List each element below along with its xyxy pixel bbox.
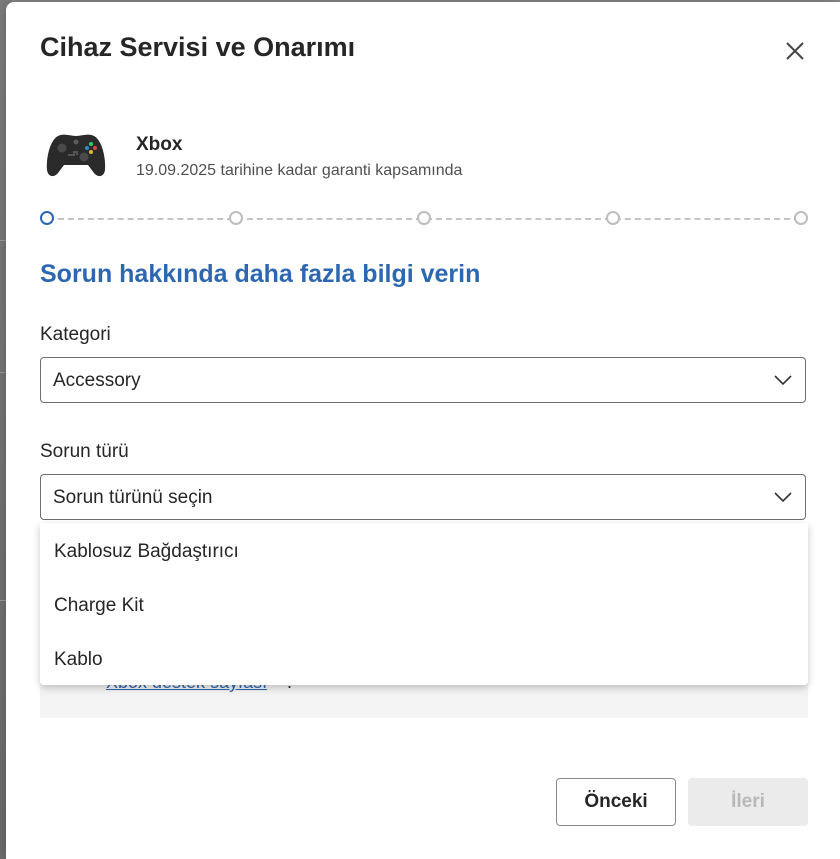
dialog-title: Cihaz Servisi ve Onarımı xyxy=(40,32,356,62)
progress-step-2 xyxy=(229,211,243,225)
issue-type-select[interactable]: Sorun türünü seçin xyxy=(40,474,806,520)
previous-button[interactable]: Önceki xyxy=(556,778,676,826)
category-label: Kategori xyxy=(40,324,111,345)
xbox-controller-icon xyxy=(46,134,106,177)
device-name: Xbox xyxy=(136,134,183,155)
issue-option-charge-kit[interactable]: Charge Kit xyxy=(40,579,808,633)
progress-step-3 xyxy=(417,211,431,225)
chevron-down-icon xyxy=(774,492,792,503)
progress-step-5 xyxy=(794,211,808,225)
progress-step-1 xyxy=(40,211,54,225)
close-icon xyxy=(786,42,804,60)
device-service-dialog: Cihaz Servisi ve Onarımı Xbox 19.09.2025… xyxy=(6,2,840,859)
progress-step-4 xyxy=(606,211,620,225)
form-heading: Sorun hakkında daha fazla bilgi verin xyxy=(40,260,481,288)
step-progress xyxy=(40,210,808,230)
warranty-text: 19.09.2025 tarihine kadar garanti kapsam… xyxy=(136,162,463,179)
issue-option-cable[interactable]: Kablo xyxy=(40,633,808,687)
chevron-down-icon xyxy=(774,375,792,386)
category-value: Accessory xyxy=(53,370,141,391)
issue-type-label: Sorun türü xyxy=(40,441,129,462)
issue-option-wireless-adapter[interactable]: Kablosuz Bağdaştırıcı xyxy=(40,525,808,579)
issue-type-dropdown: Kablosuz Bağdaştırıcı Charge Kit Kablo xyxy=(40,523,808,685)
next-button[interactable]: İleri xyxy=(688,778,808,826)
category-select[interactable]: Accessory xyxy=(40,357,806,403)
close-button[interactable] xyxy=(780,36,810,66)
issue-type-placeholder: Sorun türünü seçin xyxy=(53,487,213,508)
